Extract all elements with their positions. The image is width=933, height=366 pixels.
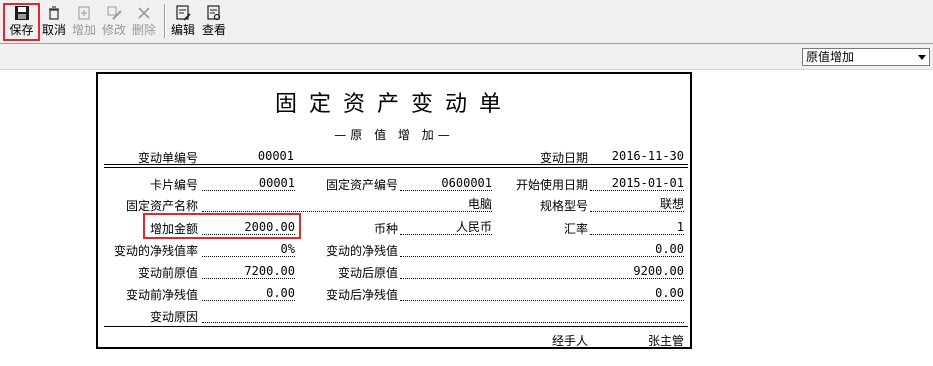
model-value: 联想 — [590, 197, 684, 212]
filter-bar: 原值增加 — [0, 44, 933, 70]
asset-no-label: 固定资产编号 — [325, 178, 398, 192]
view-button[interactable]: 查看 — [200, 2, 228, 40]
delete-label: 删除 — [131, 23, 156, 37]
currency-label: 币种 — [373, 222, 398, 236]
modify-button[interactable]: 修改 — [100, 2, 128, 40]
view-form-icon — [207, 5, 221, 21]
asset-name-label: 固定资产名称 — [125, 199, 198, 213]
asset-no-value: 0600001 — [400, 176, 492, 191]
cancel-button[interactable]: 取消 — [40, 2, 68, 40]
model-label: 规格型号 — [539, 199, 588, 213]
toolbar: 保存 取消 增加 修改 删除 编辑 查看 — [0, 0, 933, 44]
cancel-label: 取消 — [41, 23, 66, 37]
add-icon — [78, 6, 90, 20]
divider — [104, 326, 688, 327]
handler-value: 张主管 — [647, 334, 684, 348]
orig-before-label: 变动前原值 — [137, 266, 198, 280]
net-residual-rate-value: 0% — [202, 242, 295, 257]
toolbar-separator — [164, 4, 166, 38]
increase-highlight-box — [143, 213, 301, 239]
net-residual-value: 0.00 — [400, 242, 684, 257]
change-type-select[interactable]: 原值增加 — [802, 48, 930, 66]
change-type-value: 原值增加 — [806, 50, 855, 64]
change-no-value: 00001 — [257, 149, 294, 163]
net-before-label: 变动前净残值 — [125, 288, 198, 302]
net-after-label: 变动后净残值 — [325, 288, 398, 302]
edit-form-icon — [176, 5, 191, 21]
edit-pencil-icon — [107, 6, 122, 20]
handler-label: 经手人 — [551, 334, 588, 348]
net-before-value: 0.00 — [202, 286, 295, 301]
edit-label: 编辑 — [170, 23, 195, 37]
asset-name-value: 电脑 — [202, 197, 492, 212]
orig-after-value: 9200.00 — [400, 264, 684, 279]
card-no-value: 00001 — [202, 176, 295, 191]
view-label: 查看 — [201, 23, 226, 37]
divider — [104, 164, 688, 165]
save-highlight-box — [3, 3, 40, 41]
undo-icon — [49, 6, 59, 20]
change-voucher: 固定资产变动单 —原 值 增 加— 变动单编号 00001 变动日期 2016-… — [96, 72, 692, 349]
add-button[interactable]: 增加 — [70, 2, 98, 40]
subtitle: —原 值 增 加— — [334, 128, 454, 142]
change-reason-value — [202, 308, 684, 323]
divider — [104, 167, 688, 168]
start-date-label: 开始使用日期 — [515, 178, 588, 192]
close-x-icon — [138, 7, 150, 19]
page-title: 固定资产变动单 — [274, 92, 513, 117]
exchange-rate-label: 汇率 — [563, 222, 588, 236]
change-reason-label: 变动原因 — [149, 310, 198, 324]
card-no-label: 卡片编号 — [149, 178, 198, 192]
start-date-value: 2015-01-01 — [590, 176, 684, 191]
modify-label: 修改 — [101, 23, 126, 37]
exchange-rate-value: 1 — [590, 220, 684, 235]
delete-button[interactable]: 删除 — [130, 2, 158, 40]
change-date-value: 2016-11-30 — [611, 149, 684, 163]
currency-value: 人民币 — [400, 220, 492, 235]
net-residual-rate-label: 变动的净残值率 — [113, 244, 198, 258]
edit-button[interactable]: 编辑 — [169, 2, 197, 40]
add-label: 增加 — [71, 23, 96, 37]
net-after-value: 0.00 — [400, 286, 684, 301]
net-residual-value-label: 变动的净残值 — [325, 244, 398, 258]
orig-after-label: 变动后原值 — [337, 266, 398, 280]
chevron-down-icon — [918, 55, 926, 60]
orig-before-value: 7200.00 — [202, 264, 295, 279]
